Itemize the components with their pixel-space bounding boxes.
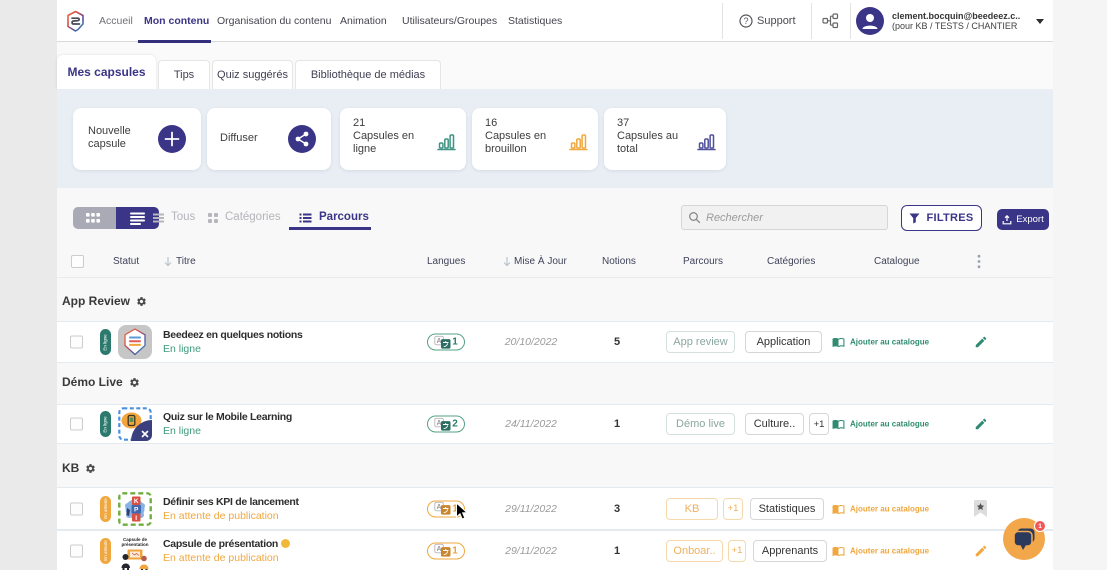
svg-text:A: A: [437, 338, 442, 345]
svg-text:A: A: [437, 504, 442, 511]
svg-text:A: A: [437, 546, 442, 553]
svg-text:?: ?: [743, 16, 748, 26]
svg-text:A: A: [437, 420, 442, 427]
svg-text:K: K: [134, 498, 139, 505]
svg-text:I: I: [135, 515, 137, 522]
svg-text:P: P: [134, 506, 139, 513]
